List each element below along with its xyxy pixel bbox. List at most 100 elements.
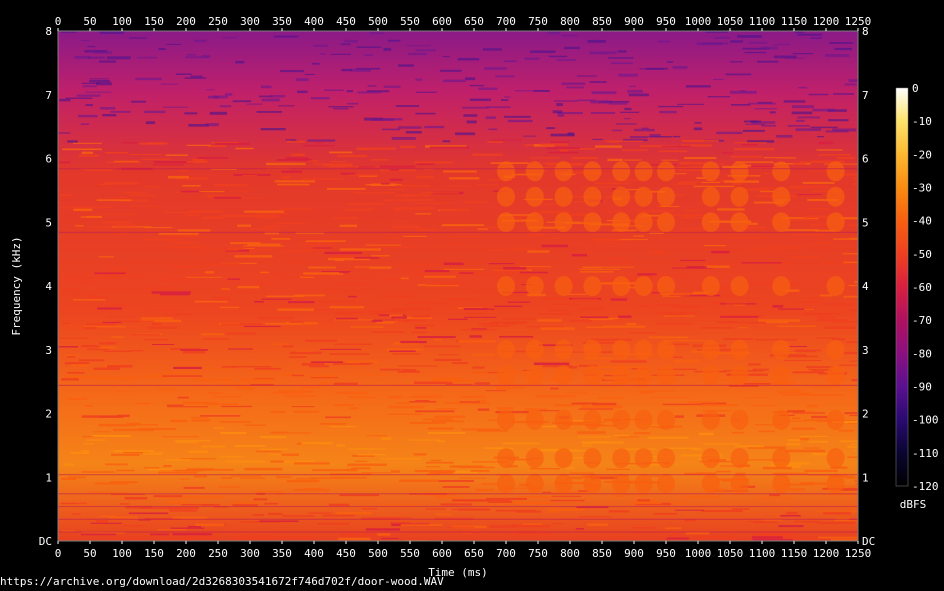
spectral-streak (158, 471, 198, 474)
x-tick-label-top: 200 (176, 15, 196, 28)
noise-streak (598, 53, 606, 55)
spectral-streak (442, 486, 470, 488)
spectral-streak (167, 406, 209, 408)
noise-streak (825, 54, 850, 57)
spectral-streak (794, 520, 816, 523)
impulse-blob (554, 212, 573, 233)
spectral-streak (58, 161, 71, 164)
impulse-blob (634, 212, 653, 233)
spectral-streak (636, 210, 676, 213)
spectral-streak (412, 315, 431, 318)
spectral-streak (442, 170, 477, 173)
spectral-streak (733, 148, 775, 151)
spectral-streak (787, 438, 801, 442)
spectral-streak (129, 194, 156, 197)
y-tick-label-right: 3 (862, 344, 869, 357)
spectral-streak (151, 322, 162, 326)
spectral-streak (423, 275, 456, 278)
spectral-streak (169, 509, 198, 512)
spectral-streak (398, 479, 439, 483)
noise-streak (745, 123, 766, 125)
spectral-streak (80, 450, 90, 452)
x-tick-label-top: 150 (144, 15, 164, 28)
spectral-streak (569, 472, 594, 474)
spectral-streak (348, 174, 380, 176)
spectral-streak (644, 269, 657, 271)
spectral-streak (320, 423, 346, 425)
spectral-streak (528, 234, 544, 237)
noise-streak (591, 91, 617, 95)
spectral-streak (281, 176, 291, 179)
spectral-streak (158, 232, 199, 235)
spectral-streak (176, 441, 199, 444)
x-tick-label-bottom: 100 (112, 547, 132, 560)
impulse-blob (525, 339, 544, 360)
spectral-streak (477, 228, 488, 230)
x-tick-label-bottom: 1000 (685, 547, 712, 560)
x-tick-label-top: 1150 (781, 15, 808, 28)
spectral-streak (233, 502, 259, 504)
x-tick-label-bottom: 800 (560, 547, 580, 560)
spectral-streak (448, 318, 468, 320)
spectral-streak (609, 257, 624, 260)
spectral-streak (260, 271, 269, 274)
spectral-streak (329, 166, 359, 168)
impulse-blob (826, 409, 845, 430)
spectral-streak (587, 523, 608, 526)
source-url[interactable]: https://archive.org/download/2d326830354… (0, 575, 444, 588)
spectral-streak (95, 520, 109, 523)
spectral-streak (206, 263, 241, 266)
x-tick-label-bottom: 350 (272, 547, 292, 560)
spectral-streak (762, 466, 792, 470)
noise-streak (311, 62, 320, 65)
impulse-blob (701, 448, 720, 469)
spectral-streak (114, 320, 155, 322)
noise-streak (461, 106, 489, 109)
y-tick-label-left: DC (39, 535, 52, 548)
impulse-blob (554, 339, 573, 360)
spectral-streak (381, 537, 399, 540)
spectral-streak (603, 325, 646, 328)
spectral-streak (741, 143, 758, 146)
spectral-streak (580, 316, 609, 319)
noise-streak (729, 90, 757, 94)
spectral-streak (415, 410, 455, 413)
spectral-streak (265, 322, 302, 325)
noise-streak (304, 73, 316, 75)
impulse-blob (612, 365, 631, 386)
noise-streak (313, 44, 329, 47)
spectral-streak (510, 501, 551, 504)
noise-streak (416, 91, 437, 93)
impulse-blob (497, 212, 515, 233)
spectral-streak (336, 511, 372, 515)
spectral-streak (681, 162, 690, 165)
spectral-streak (225, 460, 265, 463)
noise-streak (587, 39, 606, 43)
spectral-streak (541, 491, 552, 494)
spectral-streak (170, 527, 205, 529)
noise-streak (792, 105, 814, 109)
spectral-streak (390, 470, 400, 473)
impulse-blob (583, 365, 602, 386)
spectral-streak (787, 389, 802, 391)
spectral-streak (472, 153, 504, 156)
spectral-streak (86, 296, 109, 299)
spectral-streak (284, 395, 317, 398)
spectral-streak (857, 188, 858, 191)
spectral-streak (291, 374, 304, 377)
spectral-streak (293, 462, 330, 465)
noise-streak (213, 95, 228, 99)
x-tick-label-top: 1200 (813, 15, 840, 28)
spectral-streak (701, 403, 738, 407)
spectral-streak (282, 257, 300, 259)
impulse-blob (554, 448, 573, 469)
noise-streak (350, 68, 371, 72)
spectral-streak (372, 331, 404, 333)
impulse-blob (583, 212, 602, 233)
spectral-streak (449, 177, 480, 180)
spectral-streak (546, 147, 580, 150)
spectrogram-chart: 0 50 100 150 200 250 300 350 400 450 500 550 600 650 7… (10, 15, 939, 579)
band-line (58, 474, 858, 476)
spectral-streak (435, 513, 452, 516)
noise-streak (495, 75, 515, 78)
